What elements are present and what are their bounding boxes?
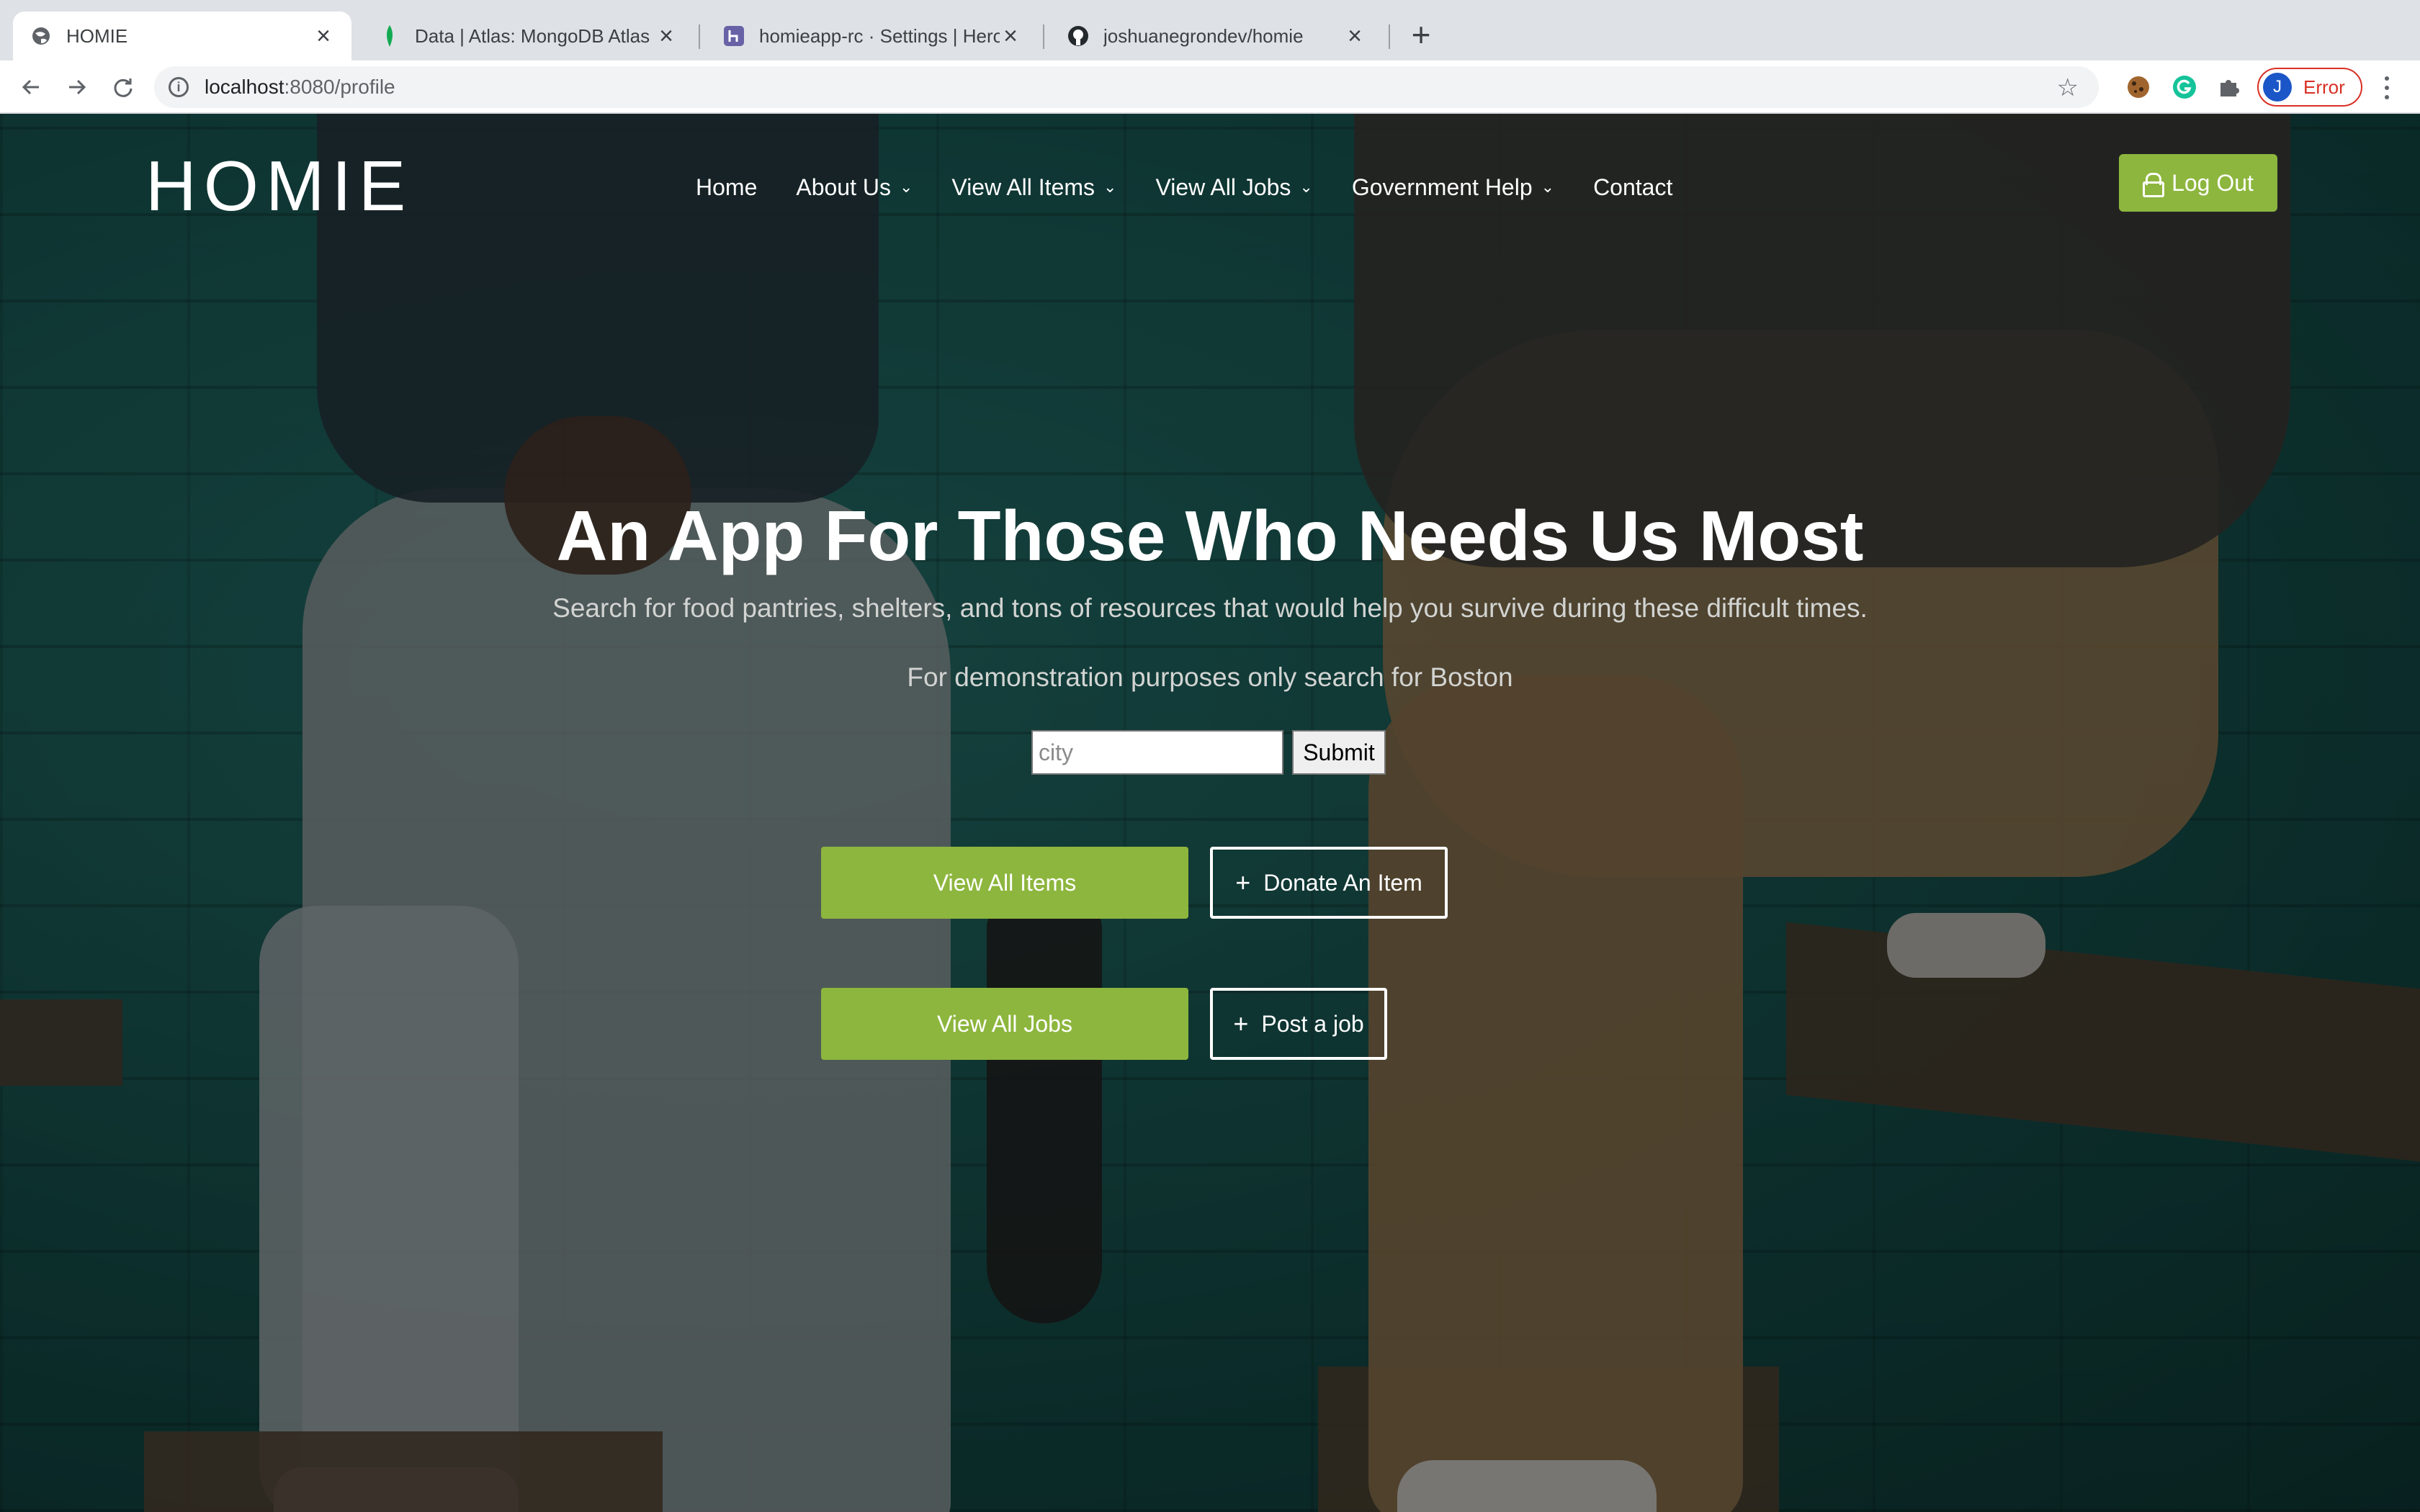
nav-contact[interactable]: Contact [1593,174,1672,201]
browser-menu-icon[interactable] [2380,73,2394,102]
reload-icon[interactable] [108,72,138,102]
site-header: HOMIE Home About Us ⌄ View All Items ⌄ Vie… [0,114,2420,251]
chevron-down-icon: ⌄ [1541,178,1555,196]
heroku-icon [723,25,745,47]
view-all-jobs-button[interactable]: View All Jobs [821,988,1188,1060]
lock-icon [2143,173,2165,197]
close-tab-icon[interactable]: × [1344,24,1366,48]
browser-toolbar: i localhost:8080/profile ☆ J Error [0,60,2420,114]
extensions-puzzle-icon[interactable] [2215,73,2243,101]
demo-note: For demonstration purposes only search f… [907,662,1513,692]
page-viewport: HOMIE Home About Us ⌄ View All Items ⌄ Vie… [0,114,2420,1512]
browser-tab-mongodb[interactable]: Data | Atlas: MongoDB Atlas × [362,12,694,60]
view-all-items-button[interactable]: View All Items [821,847,1188,919]
forward-arrow-icon[interactable] [62,72,92,102]
site-logo[interactable]: HOMIE [145,145,413,227]
browser-tab-heroku[interactable]: homieapp-rc · Settings | Herok × [706,12,1039,60]
nav-government-help[interactable]: Government Help ⌄ [1352,174,1554,201]
nav-home[interactable]: Home [696,174,757,201]
background-overlay [0,114,2420,1512]
grammarly-icon[interactable] [2171,73,2198,101]
cookie-extension-icon[interactable] [2125,73,2152,101]
tab-separator [699,24,700,49]
site-info-icon[interactable]: i [169,77,189,97]
chevron-down-icon: ⌄ [1299,178,1313,196]
main-nav: Home About Us ⌄ View All Items ⌄ View All … [696,166,1711,209]
submit-button[interactable]: Submit [1292,730,1386,775]
tab-separator [1043,24,1044,49]
new-tab-icon[interactable]: + [1404,18,1438,52]
close-tab-icon[interactable]: × [1000,24,1021,48]
globe-icon [30,25,52,47]
url-text: localhost:8080/profile [205,76,395,98]
chevron-down-icon: ⌄ [899,178,913,196]
hero-title: An App For Those Who Needs Us Most [556,496,1864,575]
hero-subtitle: Search for food pantries, shelters, and … [552,593,1868,623]
chevron-down-icon: ⌄ [1103,178,1117,196]
browser-tabstrip: HOMIE × Data | Atlas: MongoDB Atlas × ho… [0,0,2420,60]
nav-about-us[interactable]: About Us ⌄ [796,174,913,201]
plus-icon: + [1233,1009,1249,1038]
donate-item-button[interactable]: + Donate An Item [1210,847,1448,919]
back-arrow-icon[interactable] [16,72,46,102]
nav-view-all-items[interactable]: View All Items ⌄ [951,174,1116,201]
bookmark-star-icon[interactable]: ☆ [2057,73,2079,102]
close-tab-icon[interactable]: × [655,24,677,48]
tab-title: homieapp-rc · Settings | Herok [759,24,1000,47]
tab-title: joshuanegrondev/homie [1103,24,1304,47]
avatar: J [2263,73,2292,102]
tab-title: Data | Atlas: MongoDB Atlas [415,24,650,47]
plus-icon: + [1235,868,1251,897]
browser-tab-homie[interactable]: HOMIE × [13,12,351,60]
logout-button[interactable]: Log Out [2119,154,2277,212]
tab-separator [1389,24,1390,49]
profile-button[interactable]: J Error [2257,68,2362,107]
city-search-input[interactable] [1031,730,1283,775]
profile-status: Error [2303,76,2345,98]
nav-view-all-jobs[interactable]: View All Jobs ⌄ [1155,174,1312,201]
address-bar[interactable]: i localhost:8080/profile ☆ [154,66,2099,108]
github-icon [1067,25,1089,47]
close-tab-icon[interactable]: × [313,24,334,48]
browser-tab-github[interactable]: joshuanegrondev/homie × [1050,12,1383,60]
post-job-button[interactable]: + Post a job [1210,988,1387,1060]
mongodb-leaf-icon [379,25,400,47]
tab-title: HOMIE [66,24,128,47]
